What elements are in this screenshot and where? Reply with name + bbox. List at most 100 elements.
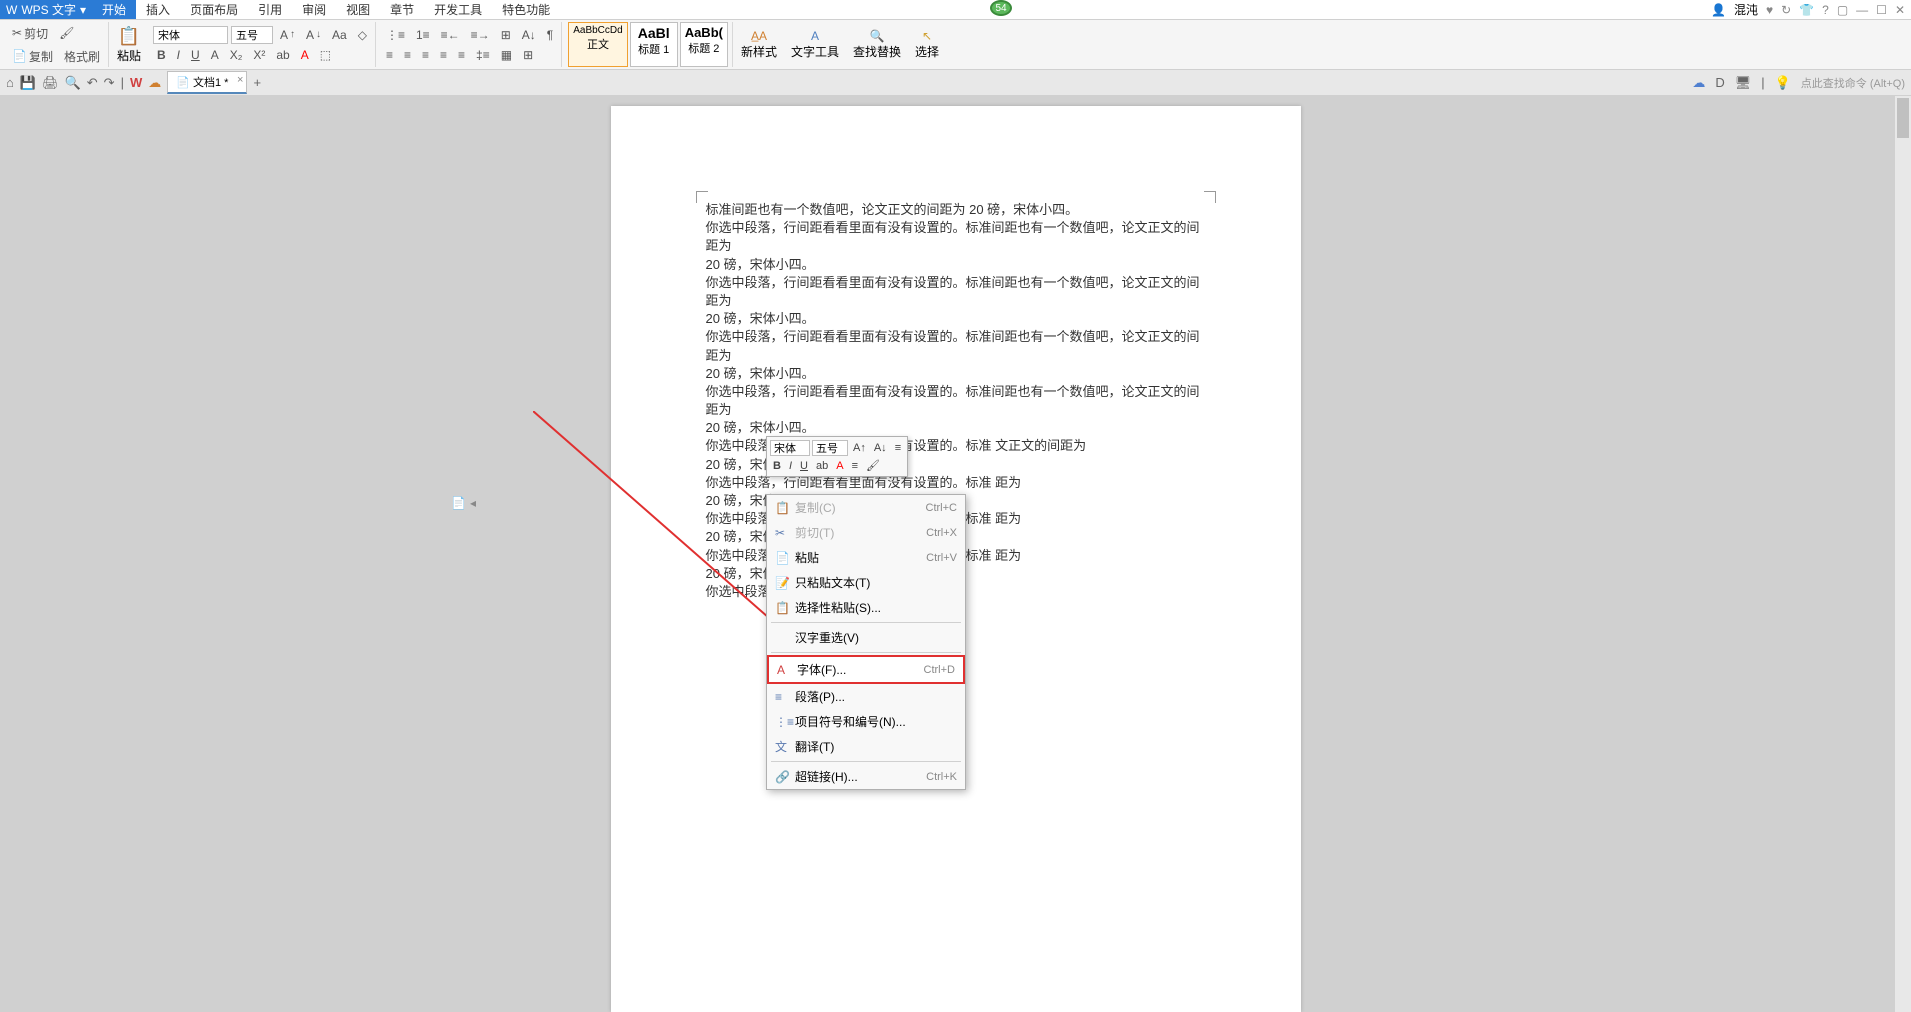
- mini-shrink-icon[interactable]: A↓: [871, 441, 890, 455]
- wps-w-icon[interactable]: W: [130, 75, 142, 90]
- text-tools-button[interactable]: A 文字工具: [785, 27, 845, 62]
- tab-page-layout[interactable]: 页面布局: [180, 0, 248, 19]
- font-size-select[interactable]: [231, 26, 273, 44]
- bullets-button[interactable]: ⋮≡: [382, 26, 409, 44]
- bold-button[interactable]: B: [153, 46, 170, 64]
- change-case-icon[interactable]: Aa: [328, 26, 351, 44]
- menu-reconvert[interactable]: 汉字重选(V): [767, 625, 965, 650]
- print-preview-icon[interactable]: 🔍: [65, 75, 81, 91]
- underline-button[interactable]: U: [187, 46, 204, 64]
- strike-button[interactable]: A: [207, 46, 223, 64]
- side-widget[interactable]: 📄 ◂: [451, 496, 476, 510]
- highlight-button[interactable]: ab: [272, 46, 293, 64]
- menu-cut[interactable]: ✂ 剪切(T) Ctrl+X: [767, 520, 965, 545]
- menu-font[interactable]: A 字体(F)... Ctrl+D: [767, 655, 965, 684]
- mini-list-icon[interactable]: ≡: [892, 441, 904, 455]
- sub-button[interactable]: X₂: [226, 46, 247, 64]
- align-right-button[interactable]: ≡: [418, 46, 433, 64]
- cut-button[interactable]: ✂ 剪切: [8, 23, 52, 44]
- show-marks-button[interactable]: ¶: [543, 26, 557, 44]
- menu-translate[interactable]: 文 翻译(T): [767, 734, 965, 759]
- tab-review[interactable]: 审阅: [292, 0, 336, 19]
- tab-developer[interactable]: 开发工具: [424, 0, 492, 19]
- mini-format-painter-button[interactable]: 🖌: [863, 458, 883, 473]
- save-icon[interactable]: 💾: [20, 75, 36, 91]
- menu-hyperlink[interactable]: 🔗 超链接(H)... Ctrl+K: [767, 764, 965, 789]
- mini-bold-button[interactable]: B: [770, 459, 784, 473]
- line-spacing-button[interactable]: ‡≡: [472, 46, 494, 64]
- increase-indent-button[interactable]: ≡→: [467, 26, 494, 44]
- font-color-button[interactable]: A: [297, 46, 313, 64]
- border-button[interactable]: ⊞: [519, 46, 537, 64]
- paste-button[interactable]: 📋 粘贴: [111, 24, 147, 66]
- undo-icon[interactable]: ↶: [87, 75, 98, 91]
- mini-size-select[interactable]: [812, 440, 848, 456]
- tab-special[interactable]: 特色功能: [492, 0, 560, 19]
- menu-copy[interactable]: 📋 复制(C) Ctrl+C: [767, 495, 965, 520]
- print-icon[interactable]: 🖨: [42, 75, 59, 91]
- align-center-button[interactable]: ≡: [400, 46, 415, 64]
- user-avatar-icon[interactable]: 👤: [1711, 3, 1726, 17]
- shirt-icon[interactable]: 👕: [1799, 3, 1814, 17]
- menu-paste[interactable]: 📄 粘贴 Ctrl+V: [767, 545, 965, 570]
- shading-button[interactable]: ▦: [497, 46, 516, 64]
- menu-paste-special[interactable]: 📋 选择性粘贴(S)...: [767, 595, 965, 620]
- tab-chapter[interactable]: 章节: [380, 0, 424, 19]
- grow-font-icon[interactable]: A↑: [276, 26, 299, 44]
- redo-icon[interactable]: ↷: [104, 75, 115, 91]
- username[interactable]: 混沌: [1734, 1, 1758, 18]
- tab-view[interactable]: 视图: [336, 0, 380, 19]
- close-window-icon[interactable]: ✕: [1895, 3, 1905, 17]
- new-style-button[interactable]: A̲A 新样式: [735, 27, 783, 62]
- style-heading1[interactable]: AaBl 标题 1: [630, 22, 678, 67]
- mini-grow-icon[interactable]: A↑: [850, 441, 869, 455]
- mini-highlight-button[interactable]: ab: [813, 459, 831, 473]
- style-heading2[interactable]: AaBb( 标题 2: [680, 22, 728, 67]
- cloud-icon[interactable]: ☁: [1692, 75, 1705, 91]
- font-name-select[interactable]: [153, 26, 228, 44]
- new-tab-icon[interactable]: +: [253, 75, 261, 90]
- align-justify-button[interactable]: ≡: [436, 46, 451, 64]
- mini-align-button[interactable]: ≡: [849, 459, 861, 473]
- sort-button[interactable]: A↓: [518, 26, 540, 44]
- tab-settings-button[interactable]: ⊞: [497, 26, 515, 44]
- decrease-indent-button[interactable]: ≡←: [437, 26, 464, 44]
- menu-paste-text[interactable]: 📝 只粘贴文本(T): [767, 570, 965, 595]
- tab-references[interactable]: 引用: [248, 0, 292, 19]
- screen-icon[interactable]: ▢: [1837, 3, 1848, 17]
- heart-icon[interactable]: ♥: [1766, 3, 1773, 17]
- minimize-icon[interactable]: —: [1856, 3, 1868, 17]
- mini-italic-button[interactable]: I: [786, 459, 795, 473]
- maximize-icon[interactable]: ☐: [1876, 3, 1887, 17]
- wps-cloud-icon[interactable]: ☁: [148, 75, 161, 91]
- d-icon[interactable]: D: [1715, 75, 1724, 90]
- tab-insert[interactable]: 插入: [136, 0, 180, 19]
- document-tab[interactable]: 📄 文档1 * ×: [167, 71, 247, 94]
- doc-tab-close-icon[interactable]: ×: [237, 74, 243, 86]
- bulb-icon[interactable]: 💡: [1775, 75, 1791, 91]
- help-icon[interactable]: ?: [1822, 3, 1829, 17]
- sup-button[interactable]: X²: [249, 46, 269, 64]
- monitor-icon[interactable]: 🖥: [1735, 75, 1752, 91]
- find-replace-button[interactable]: 🔍 查找替换: [847, 27, 907, 62]
- shrink-font-icon[interactable]: A↓: [302, 26, 325, 44]
- mini-font-select[interactable]: [770, 440, 810, 456]
- mini-fontcolor-button[interactable]: A: [833, 459, 846, 473]
- notification-badge[interactable]: 54: [990, 0, 1012, 16]
- style-normal[interactable]: AaBbCcDd 正文: [568, 22, 627, 67]
- menu-bullets-numbering[interactable]: ⋮≡ 项目符号和编号(N)...: [767, 709, 965, 734]
- sync-icon[interactable]: ↻: [1781, 3, 1791, 17]
- search-hint[interactable]: 点此查找命令 (Alt+Q): [1801, 75, 1905, 91]
- app-dropdown-icon[interactable]: ▾: [80, 3, 86, 17]
- tab-start[interactable]: 开始: [92, 0, 136, 19]
- mini-underline-button[interactable]: U: [797, 459, 811, 473]
- copy-button[interactable]: 📄 复制: [8, 46, 57, 67]
- clear-format-icon[interactable]: ◇: [354, 26, 371, 44]
- format-painter-icon[interactable]: 🖌: [55, 24, 78, 42]
- scrollbar-thumb[interactable]: [1897, 98, 1909, 138]
- italic-button[interactable]: I: [173, 46, 184, 64]
- menu-paragraph[interactable]: ≡ 段落(P)...: [767, 684, 965, 709]
- app-logo[interactable]: W WPS 文字 ▾: [0, 0, 92, 19]
- char-border-button[interactable]: ⬚: [316, 46, 335, 64]
- home-icon[interactable]: ⌂: [6, 75, 14, 90]
